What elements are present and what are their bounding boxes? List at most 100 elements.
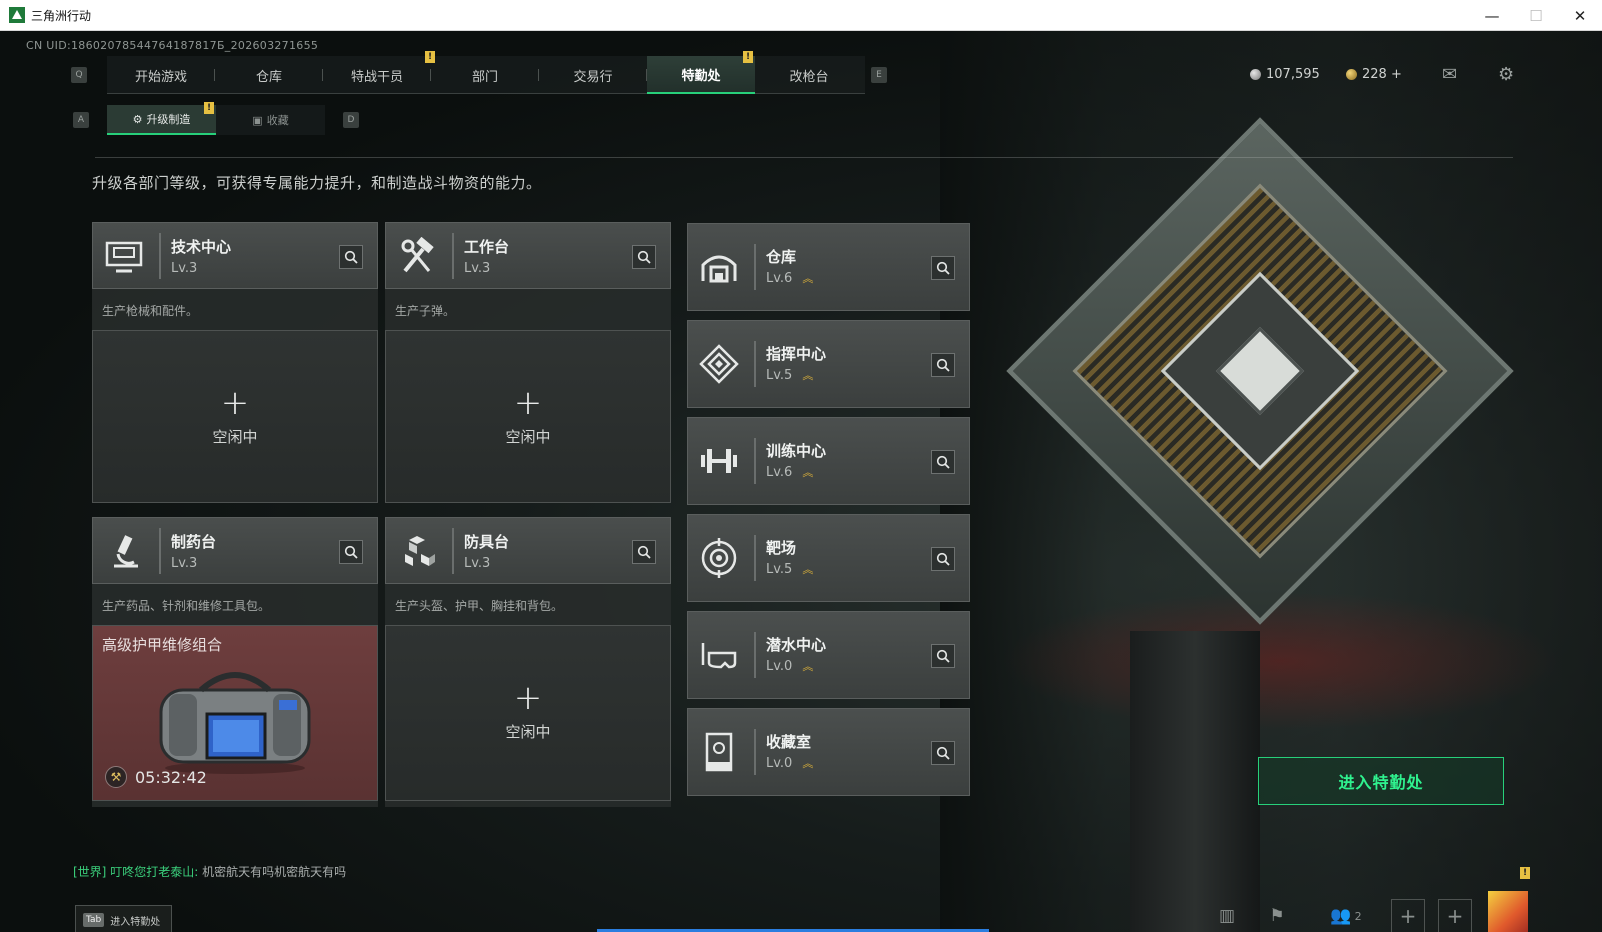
subtab-upgrade-craft[interactable]: ⚙ 升级制造! [107,102,216,135]
slot-status: 空闲中 [505,723,551,741]
search-icon[interactable] [339,540,363,564]
upgrade-icon: ⚙ [132,112,143,126]
gold-coin-icon [1346,69,1357,80]
search-icon[interactable] [931,644,955,668]
department-level: Lv.6 ︽ [766,465,814,480]
department-shooting-range[interactable]: 靶场 Lv.5 ︽ [687,514,970,602]
key-hint-a: A [73,112,89,128]
search-icon[interactable] [931,450,955,474]
craft-slot-empty[interactable]: + 空闲中 [385,625,671,801]
workshop-name: 制药台 [171,533,217,551]
tab-warehouse[interactable]: 仓库 [215,56,323,94]
tab-operators[interactable]: 特战干员! [323,51,435,94]
department-level: Lv.5 ︽ [766,368,814,383]
craft-slot-empty[interactable]: + 空闲中 [92,330,378,503]
key-hint-d: D [343,112,359,128]
workshop-name: 技术中心 [171,238,232,256]
search-icon[interactable] [931,256,955,280]
search-icon[interactable] [339,245,363,269]
tab-departments[interactable]: 部门 [431,56,539,94]
department-name: 潜水中心 [766,636,827,654]
tab-trade[interactable]: 交易行 [539,56,647,94]
department-level: Lv.0 ︽ [766,659,814,674]
department-warehouse[interactable]: 仓库 Lv.6 ︽ [687,223,970,311]
department-collection-room[interactable]: 收藏室 Lv.0 ︽ [687,708,970,796]
dumbbell-icon [698,440,740,482]
upgrade-chevron-icon: ︽ [802,271,814,285]
tab-gunsmith[interactable]: 改枪台 [755,56,863,94]
workshop-description: 生产头盔、护甲、胸挂和背包。 [395,599,564,613]
search-icon[interactable] [632,245,656,269]
app-logo-icon [9,7,25,23]
stats-icon[interactable]: ▥ [1210,899,1244,932]
department-name: 指挥中心 [766,345,827,363]
craft-slot-active[interactable]: 高级护甲维修组合 ⚒ 05:32:42 [92,625,378,801]
upgrade-chevron-icon: ︽ [802,756,814,770]
workshop-description: 生产药品、针剂和维修工具包。 [102,599,271,613]
department-diving-center[interactable]: 潜水中心 Lv.0 ︽ [687,611,970,699]
search-icon[interactable] [931,353,955,377]
workshop-level: Lv.3 [464,556,491,571]
close-button[interactable]: ✕ [1558,0,1602,31]
craft-slot-empty[interactable]: + 空闲中 [385,330,671,503]
tab-start-game[interactable]: 开始游戏 [107,56,215,94]
workshop-card-workbench: 工作台 Lv.3 生产子弹。 + 空闲中 [385,222,671,503]
gear-icon[interactable]: ⚙ [1498,64,1514,85]
avatar[interactable] [1488,891,1528,932]
collection-icon: ▣ [252,113,263,127]
department-command-center[interactable]: 指挥中心 Lv.5 ︽ [687,320,970,408]
workshop-header[interactable]: 制药台 Lv.3 [92,517,378,584]
maximize-button[interactable]: ☐ [1514,0,1558,31]
minimize-button[interactable]: — [1470,0,1514,31]
key-hint-q: Q [71,67,87,83]
workshop-card-armor: 防具台 Lv.3 生产头盔、护甲、胸挂和背包。 + 空闲中 [385,517,671,807]
warehouse-icon [698,246,740,288]
page-description: 升级各部门等级，可获得专属能力提升，和制造战斗物资的能力。 [92,174,542,192]
search-icon[interactable] [632,540,656,564]
workshop-level: Lv.3 [171,261,198,276]
workshop-description: 生产枪械和配件。 [102,304,199,318]
add-slot-button[interactable]: + [1438,899,1472,932]
repair-kit-bag-image [159,672,311,774]
computer-icon [103,236,145,278]
divider [95,157,1513,158]
hammer-wrench-icon [396,236,438,278]
alert-badge: ! [1520,867,1530,879]
search-icon[interactable] [931,741,955,765]
plus-icon: + [513,678,543,718]
add-slot-button[interactable]: + [1391,899,1425,932]
tab-special-ops[interactable]: 特勤处! [647,51,755,94]
search-icon[interactable] [931,547,955,571]
upgrade-chevron-icon: ︽ [802,562,814,576]
target-icon [698,537,740,579]
background-glow [1000,591,1560,731]
workshop-level: Lv.3 [171,556,198,571]
department-level: Lv.6 ︽ [766,271,814,286]
friends-button[interactable]: 👥 2 [1322,899,1370,932]
silver-coin-icon [1250,69,1261,80]
flag-icon[interactable]: ⚑ [1260,899,1294,932]
slot-status: 空闲中 [505,428,551,446]
workshop-card-tech-center: 技术中心 Lv.3 生产枪械和配件。 + 空闲中 [92,222,378,503]
microscope-icon [103,531,145,573]
workshop-header[interactable]: 技术中心 Lv.3 [92,222,378,289]
workshop-name: 工作台 [464,238,510,256]
department-name: 收藏室 [766,733,812,751]
game-viewport: CN UID:18602078544764187817Б_20260327165… [0,31,1602,932]
upgrade-chevron-icon: ︽ [802,659,814,673]
mail-icon[interactable]: ✉ [1442,64,1457,85]
enter-special-ops-button[interactable]: 进入特勤处 [1258,757,1504,805]
department-name: 训练中心 [766,442,827,460]
subtab-collection[interactable]: ▣ 收藏 [216,105,325,135]
department-name: 仓库 [766,248,797,266]
command-diamond-icon [698,343,740,385]
workshop-header[interactable]: 防具台 Lv.3 [385,517,671,584]
chat-line[interactable]: [世界] 叮咚您打老泰山: 机密航天有吗机密航天有吗 [73,863,346,880]
tab-key-badge: Tab [83,913,105,927]
gold-currency[interactable]: 228 + [1346,67,1402,82]
workshop-header[interactable]: 工作台 Lv.3 [385,222,671,289]
department-training-center[interactable]: 训练中心 Lv.6 ︽ [687,417,970,505]
wrench-icon: ⚒ [105,766,127,788]
display-case-icon [698,731,740,773]
tab-hint-button[interactable]: Tab 进入特勤处 [75,905,172,932]
